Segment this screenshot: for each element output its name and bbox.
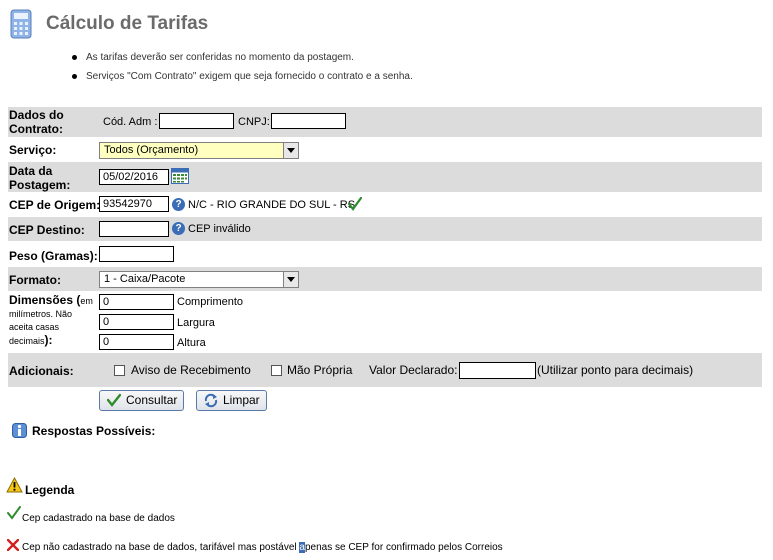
chevron-down-icon bbox=[283, 143, 298, 158]
bullet bbox=[72, 55, 77, 60]
dimensoes-label: Dimensões (em milímetros. Não aceita cas… bbox=[9, 293, 93, 347]
calculator-icon bbox=[10, 9, 32, 39]
contrato-label: Dados do Contrato: bbox=[9, 108, 64, 136]
refresh-icon bbox=[203, 393, 219, 414]
aviso-recebimento-checkbox[interactable] bbox=[114, 365, 125, 376]
warning-icon bbox=[6, 476, 23, 493]
comprimento-field[interactable]: 0 bbox=[99, 294, 174, 310]
cod-adm-label: Cód. Adm : bbox=[103, 116, 158, 128]
data-label: Data da Postagem: bbox=[9, 164, 71, 192]
consultar-label: Consultar bbox=[126, 393, 178, 407]
checkmark-icon bbox=[347, 196, 363, 216]
note-1: As tarifas deverão ser conferidas no mom… bbox=[86, 52, 354, 63]
checkmark-icon bbox=[106, 393, 122, 413]
mao-propria-label: Mão Própria bbox=[287, 363, 353, 377]
calendar-icon[interactable] bbox=[171, 168, 189, 184]
checkmark-icon bbox=[7, 506, 21, 525]
legenda-warn-text: Cep não cadastrado na base de dados, tar… bbox=[22, 542, 503, 553]
formato-select[interactable]: 1 - Caixa/Pacote bbox=[99, 271, 299, 288]
largura-field[interactable]: 0 bbox=[99, 314, 174, 330]
comprimento-label: Comprimento bbox=[177, 296, 244, 308]
limpar-button[interactable]: Limpar bbox=[196, 390, 267, 411]
cep-destino-label: CEP Destino: bbox=[9, 223, 85, 237]
altura-field[interactable]: 0 bbox=[99, 334, 174, 350]
adicionais-label: Adicionais: bbox=[9, 364, 74, 378]
altura-label: Altura bbox=[177, 337, 206, 349]
peso-field[interactable] bbox=[99, 246, 174, 262]
help-icon[interactable]: ? bbox=[172, 222, 185, 235]
cnpj-label: CNPJ: bbox=[238, 116, 270, 128]
legenda-title: Legenda bbox=[25, 483, 75, 497]
largura-label: Largura bbox=[177, 317, 215, 329]
info-icon bbox=[12, 423, 27, 438]
cep-destino-field[interactable] bbox=[99, 221, 169, 237]
valor-declarado-label: Valor Declarado: bbox=[369, 363, 458, 377]
limpar-label: Limpar bbox=[223, 393, 260, 407]
aviso-recebimento-label: Aviso de Recebimento bbox=[131, 363, 251, 377]
mao-propria-checkbox[interactable] bbox=[271, 365, 282, 376]
servico-value: Todos (Orçamento) bbox=[104, 144, 199, 156]
formato-label: Formato: bbox=[9, 273, 61, 287]
cep-origem-field[interactable]: 93542970 bbox=[99, 196, 169, 212]
data-postagem-field[interactable]: 05/02/2016 bbox=[99, 169, 169, 185]
help-icon[interactable]: ? bbox=[172, 198, 185, 211]
consultar-button[interactable]: Consultar bbox=[99, 390, 184, 411]
cep-destino-info: CEP inválido bbox=[188, 223, 251, 235]
cnpj-field[interactable] bbox=[271, 113, 346, 129]
valor-declarado-field[interactable] bbox=[459, 362, 536, 379]
cep-origem-label: CEP de Origem: bbox=[9, 198, 101, 212]
bullet bbox=[72, 74, 77, 79]
page-title: Cálculo de Tarifas bbox=[46, 13, 209, 34]
servico-label: Serviço: bbox=[9, 143, 57, 157]
formato-value: 1 - Caixa/Pacote bbox=[104, 273, 186, 285]
servico-select[interactable]: Todos (Orçamento) bbox=[99, 142, 299, 159]
cod-adm-field[interactable] bbox=[159, 113, 234, 129]
valor-declarado-hint: (Utilizar ponto para decimais) bbox=[537, 363, 694, 377]
cross-icon bbox=[6, 538, 20, 556]
peso-label: Peso (Gramas): bbox=[9, 249, 98, 263]
note-2: Serviços "Com Contrato" exigem que seja … bbox=[86, 71, 413, 82]
chevron-down-icon bbox=[283, 272, 298, 287]
cep-origem-info: N/C - RIO GRANDE DO SUL - RS bbox=[188, 199, 356, 211]
legenda-ok-text: Cep cadastrado na base de dados bbox=[22, 513, 175, 524]
respostas-label: Respostas Possíveis: bbox=[32, 424, 156, 438]
